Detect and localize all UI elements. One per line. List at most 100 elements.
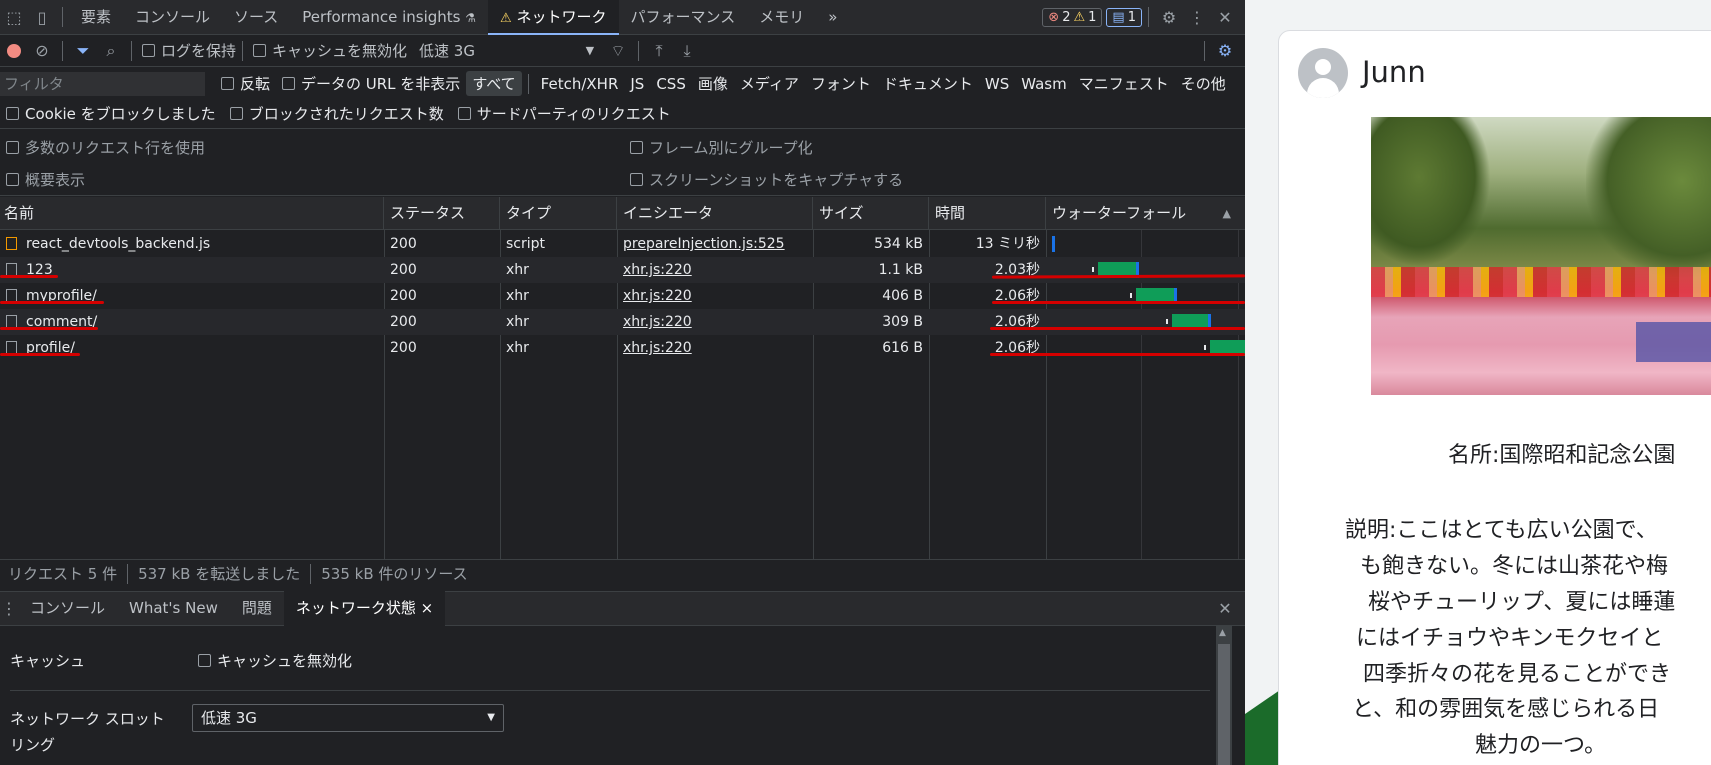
search-icon[interactable]: ⌕	[97, 37, 125, 65]
network-conditions-icon[interactable]: ⌔	[604, 37, 632, 65]
scroll-up-icon[interactable]: ▲	[1219, 628, 1226, 638]
preserve-log-checkbox[interactable]: ログを保持	[142, 40, 236, 61]
disable-cache-checkbox[interactable]: キャッシュを無効化	[253, 40, 407, 61]
cell-status: 200	[390, 288, 417, 304]
big-rows-checkbox[interactable]: 多数のリクエスト行を使用	[6, 137, 205, 158]
tab-network[interactable]: ⚠ ネットワーク	[488, 0, 619, 35]
blocked-cookies-checkbox[interactable]: Cookie をブロックしました	[6, 103, 216, 124]
column-header-time[interactable]: 時間	[929, 197, 1046, 230]
close-drawer-icon[interactable]: ✕	[1211, 595, 1239, 623]
drawer-disable-cache-checkbox[interactable]: キャッシュを無効化	[198, 650, 352, 671]
issues-badge[interactable]: ⊗ 2 ⚠ 1	[1042, 7, 1103, 27]
drawer-scroll-thumb[interactable]	[1218, 644, 1230, 765]
table-row[interactable]: 123 200 xhr xhr.js:220 1.1 kB 2.03秒	[0, 257, 1245, 283]
checkbox-box	[630, 141, 643, 154]
checkbox-label: データの URL を非表示	[301, 75, 461, 93]
checkbox-label: スクリーンショットをキャプチャする	[649, 171, 904, 189]
more-tabs-button[interactable]: »	[816, 0, 849, 35]
request-count: リクエスト 5 件	[8, 565, 118, 583]
invert-checkbox[interactable]: 反転	[221, 73, 270, 94]
cell-initiator-link[interactable]: xhr.js:220	[617, 335, 813, 361]
filter-type-font[interactable]: フォント	[805, 73, 877, 94]
column-header-status[interactable]: ステータス	[384, 197, 500, 230]
column-header-name[interactable]: 名前	[0, 197, 384, 230]
filter-input[interactable]: フィルタ	[0, 71, 205, 96]
photo-tree	[1371, 117, 1491, 267]
table-row[interactable]: comment/ 200 xhr xhr.js:220 309 B 2.06秒	[0, 309, 1245, 335]
filter-type-wasm[interactable]: Wasm	[1015, 75, 1073, 93]
filter-type-media[interactable]: メディア	[734, 73, 805, 94]
export-har-icon[interactable]: ⤓	[673, 37, 701, 65]
cell-status: 200	[390, 236, 417, 252]
drawer-tab-issues[interactable]: 問題	[230, 591, 284, 626]
warning-count: 1	[1088, 9, 1097, 25]
gear-icon[interactable]: ⚙	[1155, 3, 1183, 31]
filter-type-css[interactable]: CSS	[650, 75, 692, 93]
cell-initiator-link[interactable]: xhr.js:220	[617, 257, 813, 283]
clear-icon[interactable]: ⊘	[28, 37, 56, 65]
blocked-requests-checkbox[interactable]: ブロックされたリクエスト数	[229, 103, 444, 124]
post-username[interactable]: Junn	[1362, 55, 1426, 89]
messages-badge[interactable]: ▤ 1	[1106, 7, 1142, 27]
filter-icon[interactable]: ⏷	[69, 37, 97, 65]
cell-initiator-link[interactable]: prepareInjection.js:525	[617, 231, 813, 257]
tab-sources[interactable]: ソース	[222, 0, 290, 35]
column-header-type[interactable]: タイプ	[500, 197, 617, 230]
sort-ascending-icon: ▲	[1222, 207, 1231, 220]
column-header-initiator[interactable]: イニシエータ	[617, 197, 813, 230]
inspect-element-icon[interactable]: ⬚	[0, 3, 28, 31]
checkbox-label: フレーム別にグループ化	[649, 139, 813, 157]
network-toolbar: ⊘ ⏷ ⌕ ログを保持 キャッシュを無効化 低速 3G ▼ ⌔ ⤒ ⤓ ⚙	[0, 35, 1245, 67]
checkbox-label: 概要表示	[25, 171, 86, 189]
message-icon: ▤	[1112, 9, 1125, 25]
cell-type: xhr	[506, 288, 529, 304]
filter-type-doc[interactable]: ドキュメント	[877, 73, 979, 94]
checkbox-box	[6, 141, 19, 154]
cell-initiator-link[interactable]: xhr.js:220	[617, 309, 813, 335]
drawer-tab-whats-new[interactable]: What's New	[117, 591, 230, 626]
tab-memory[interactable]: メモリ	[747, 0, 816, 35]
drawer-tab-console[interactable]: コンソール	[18, 591, 117, 626]
table-row[interactable]: myprofile/ 200 xhr xhr.js:220 406 B 2.06…	[0, 283, 1245, 309]
screenshots-checkbox[interactable]: スクリーンショットをキャプチャする	[630, 169, 903, 190]
dropdown-arrow-icon: ▼	[487, 712, 495, 723]
close-icon[interactable]: ✕	[1211, 3, 1239, 31]
group-by-frame-checkbox[interactable]: フレーム別にグループ化	[630, 137, 813, 158]
network-settings-gear-icon[interactable]: ⚙	[1211, 37, 1239, 65]
cell-type: xhr	[506, 340, 529, 356]
tab-elements[interactable]: 要素	[69, 0, 123, 35]
throttle-select[interactable]: 低速 3G ▼	[419, 40, 594, 61]
hide-data-urls-checkbox[interactable]: データの URL を非表示	[282, 73, 460, 94]
tab-console[interactable]: コンソール	[123, 0, 222, 35]
column-header-size[interactable]: サイズ	[813, 197, 929, 230]
filter-type-other[interactable]: その他	[1175, 73, 1232, 94]
table-row[interactable]: profile/ 200 xhr xhr.js:220 616 B 2.06秒	[0, 335, 1245, 361]
filter-type-fetch-xhr[interactable]: Fetch/XHR	[535, 75, 625, 93]
drawer-menu-icon[interactable]: ⋮	[0, 595, 18, 623]
import-har-icon[interactable]: ⤒	[645, 37, 673, 65]
kebab-menu-icon[interactable]: ⋮	[1183, 3, 1211, 31]
annotation-underline	[0, 353, 80, 356]
filter-type-ws[interactable]: WS	[979, 75, 1015, 93]
filter-type-all[interactable]: すべて	[466, 71, 522, 96]
filter-type-js[interactable]: JS	[624, 75, 650, 93]
checkbox-box	[630, 173, 643, 186]
throttling-select[interactable]: 低速 3G ▼	[192, 704, 504, 732]
annotation-underline	[0, 301, 104, 304]
tab-performance-insights[interactable]: Performance insights ⚗	[290, 0, 488, 35]
filter-type-manifest[interactable]: マニフェスト	[1073, 73, 1175, 94]
cell-status: 200	[390, 340, 417, 356]
record-icon[interactable]	[0, 37, 28, 65]
filter-type-img[interactable]: 画像	[692, 73, 734, 94]
avatar[interactable]	[1298, 48, 1348, 98]
resources-size: 535 kB 件のリソース	[321, 565, 468, 583]
third-party-checkbox[interactable]: サードパーティのリクエスト	[457, 103, 671, 124]
cell-initiator-link[interactable]: xhr.js:220	[617, 283, 813, 309]
overview-checkbox[interactable]: 概要表示	[6, 169, 85, 190]
close-tab-icon[interactable]: ×	[421, 599, 434, 617]
drawer-tab-network-conditions[interactable]: ネットワーク状態 ×	[283, 591, 446, 626]
tab-performance[interactable]: パフォーマンス	[619, 0, 748, 35]
column-header-waterfall[interactable]: ウォーターフォール ▲	[1046, 197, 1245, 230]
device-toolbar-icon[interactable]: ▯	[28, 3, 56, 31]
table-row[interactable]: react_devtools_backend.js 200 script pre…	[0, 231, 1245, 257]
